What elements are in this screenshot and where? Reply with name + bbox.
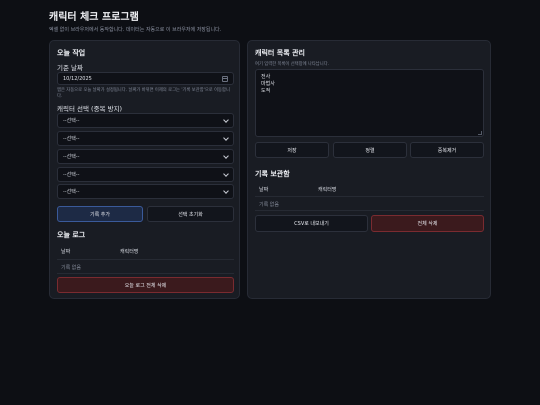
chevron-down-icon [223,170,229,177]
characters-section-title: 캐릭터 목록 관리 [255,49,305,57]
select-value: --선택-- [63,154,80,160]
date-hint: 앱은 자동으로 오늘 날짜가 설정됩니다. 날짜가 바뀌면 이제의 로그는 '기… [57,88,230,99]
select-value: --선택-- [63,189,80,195]
export-csv-button[interactable]: CSV로 내보내기 [255,215,368,232]
log-column-date: 날짜 [61,249,71,255]
save-list-button[interactable]: 저장 [255,142,329,158]
chevron-down-icon [223,116,229,123]
select-value: --선택-- [63,118,80,124]
character-list-text: 전사 마법사 도적 [261,74,275,94]
log-row-divider [57,273,234,274]
archive-section-title: 기록 보관함 [255,170,290,178]
today-work-card: 오늘 작업 기준 날짜 10/12/2025 앱은 자동으로 오늘 날짜가 설정… [49,40,240,299]
archive-column-date: 날짜 [259,187,269,193]
resize-handle-icon[interactable] [478,131,482,135]
character-select-4[interactable]: --선택-- [57,167,234,182]
log-header-divider [57,259,234,260]
select-value: --선택-- [63,172,80,178]
archive-header-divider [255,196,484,197]
page-header: 캐릭터 체크 프로그램 엑셀 없이 브라우저에서 동작합니다. 데이터는 자동으… [49,11,499,33]
character-manage-card: 캐릭터 목록 관리 여기 입력한 목록이 선택창에 나타납니다. 전사 마법사 … [247,40,491,299]
character-select-1[interactable]: --선택-- [57,113,234,128]
date-label: 기준 날짜 [57,64,83,72]
clear-today-log-button[interactable]: 오늘 로그 전체 삭제 [57,277,234,293]
chevron-down-icon [223,152,229,159]
character-select-5[interactable]: --선택-- [57,184,234,199]
log-empty-text: 기록 없음 [61,265,81,271]
sort-list-button[interactable]: 정렬 [333,142,407,158]
archive-column-name: 캐릭터명 [318,187,337,193]
date-value: 10/12/2025 [63,75,92,82]
delete-all-archive-button[interactable]: 전체 삭제 [371,215,484,232]
log-section-title: 오늘 로그 [57,231,86,239]
dedupe-list-button[interactable]: 중복제거 [410,142,484,158]
archive-empty-text: 기록 없음 [259,202,279,208]
chevron-down-icon [223,134,229,141]
page-title: 캐릭터 체크 프로그램 [49,12,139,23]
character-select-2[interactable]: --선택-- [57,131,234,146]
character-select-3[interactable]: --선택-- [57,149,234,164]
log-column-name: 캐릭터명 [120,249,139,255]
add-record-button[interactable]: 기록 추가 [57,206,143,222]
chevron-down-icon [223,187,229,194]
reset-selection-button[interactable]: 선택 초기화 [147,206,234,222]
today-section-title: 오늘 작업 [57,49,86,57]
select-value: --선택-- [63,136,80,142]
characters-hint: 여기 입력한 목록이 선택창에 나타납니다. [255,62,330,67]
date-input[interactable]: 10/12/2025 [57,72,234,85]
calendar-icon[interactable] [222,75,228,82]
character-list-textarea[interactable]: 전사 마법사 도적 [255,69,484,137]
page-subtitle: 엑셀 없이 브라우저에서 동작합니다. 데이터는 자동으로 이 브라우저에 저장… [49,27,222,33]
archive-row-divider [255,210,484,211]
character-select-label: 캐릭터 선택 (중복 방지) [57,105,123,113]
